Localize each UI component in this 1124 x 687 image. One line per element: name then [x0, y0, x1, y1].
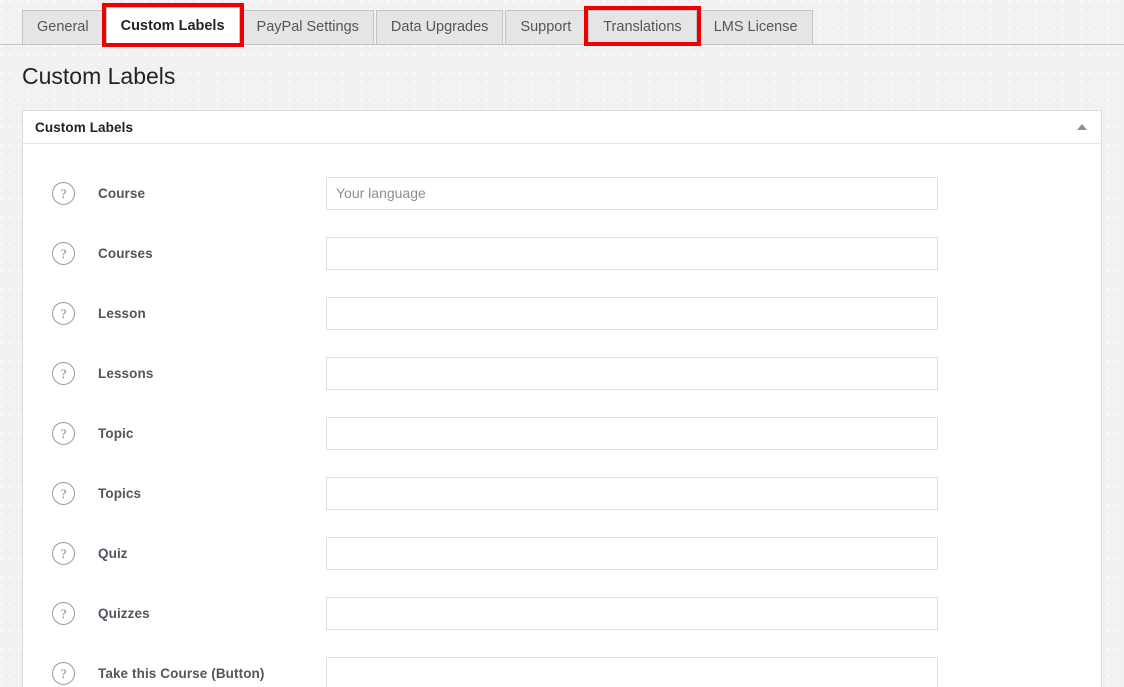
help-icon[interactable]: ?: [52, 361, 75, 385]
help-icon[interactable]: ?: [52, 601, 75, 625]
custom-labels-form: ? Course? Courses? Lesson? Lessons? Topic? Top…: [23, 144, 1101, 687]
tab-label: Translations: [603, 19, 682, 36]
field-input[interactable]: [326, 596, 938, 630]
help-icon[interactable]: ?: [52, 241, 75, 265]
field-input[interactable]: [326, 476, 938, 510]
form-row: ? Course: [23, 163, 1101, 223]
tab-label: Data Upgrades: [390, 19, 489, 36]
tab-custom-labels[interactable]: Custom Labels: [101, 3, 244, 47]
field-label: Quiz: [98, 545, 128, 561]
field-label: Quizzes: [98, 605, 150, 621]
form-row: ? Topics: [23, 463, 1101, 523]
tab-label: General: [37, 19, 89, 36]
tab-support[interactable]: Support: [505, 10, 587, 44]
tab-label: Support: [520, 19, 572, 36]
field-input[interactable]: [326, 296, 938, 330]
help-icon[interactable]: ?: [52, 481, 75, 505]
field-input[interactable]: [326, 536, 938, 570]
form-row: ? Topic: [23, 403, 1101, 463]
help-icon[interactable]: ?: [52, 661, 75, 685]
panel-header[interactable]: Custom Labels: [23, 111, 1101, 144]
field-label: Take this Course (Button): [98, 665, 265, 681]
settings-tab-bar: General Custom Labels PayPal Settings Data …: [0, 0, 1124, 47]
tab-paypal-settings[interactable]: PayPal Settings: [241, 10, 374, 44]
form-row: ? Courses: [23, 223, 1101, 283]
help-icon[interactable]: ?: [52, 541, 75, 565]
field-label: Course: [98, 185, 146, 201]
field-input[interactable]: [326, 356, 938, 390]
custom-labels-panel: Custom Labels ? Course? Courses? Lesson? Les…: [22, 110, 1102, 687]
field-label: Courses: [98, 245, 153, 261]
form-row: ? Quiz: [23, 523, 1101, 583]
field-input[interactable]: [326, 416, 938, 450]
form-row: ? Lesson: [23, 283, 1101, 343]
help-icon[interactable]: ?: [52, 181, 75, 205]
tab-label: Custom Labels: [120, 17, 225, 34]
tab-data-upgrades[interactable]: Data Upgrades: [375, 10, 504, 44]
chevron-up-icon[interactable]: [1077, 124, 1087, 130]
form-row: ? Take this Course (Button): [23, 643, 1101, 687]
panel-header-title: Custom Labels: [35, 119, 134, 135]
tab-translations[interactable]: Translations: [584, 6, 702, 46]
page-title: Custom Labels: [22, 63, 176, 89]
form-row: ? Lessons: [23, 343, 1101, 403]
help-icon[interactable]: ?: [52, 301, 75, 325]
field-label: Topics: [98, 485, 142, 501]
tab-general[interactable]: General: [22, 10, 104, 44]
help-icon[interactable]: ?: [52, 421, 75, 445]
field-label: Lessons: [98, 365, 154, 381]
field-label: Lesson: [98, 305, 146, 321]
field-input[interactable]: [326, 176, 938, 210]
field-input[interactable]: [326, 656, 938, 687]
tab-label: PayPal Settings: [256, 19, 359, 36]
tab-lms-license[interactable]: LMS License: [698, 10, 813, 44]
field-label: Topic: [98, 425, 134, 441]
form-row: ? Quizzes: [23, 583, 1101, 643]
tab-label: LMS License: [713, 19, 798, 36]
field-input[interactable]: [326, 236, 938, 270]
